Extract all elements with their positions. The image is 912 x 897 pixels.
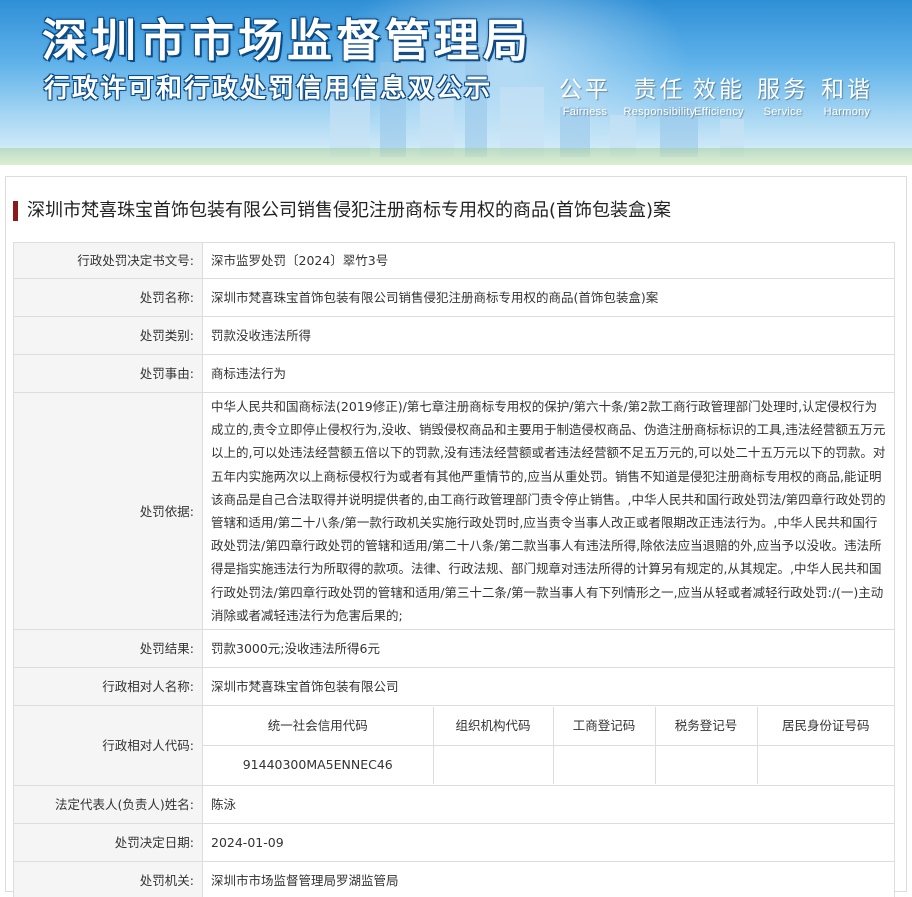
party-code-cell: 统一社会信用代码 组织机构代码 工商登记码 税务登记号 居民身份证号码 9144… <box>202 705 895 787</box>
label-decision-date: 处罚决定日期: <box>13 823 203 863</box>
label-authority: 处罚机关: <box>13 861 203 897</box>
title-accent-bar <box>13 201 18 221</box>
slogan-harmony: 和谐 Harmony <box>812 70 882 118</box>
case-title-text: 深圳市梵喜珠宝首饰包装有限公司销售侵犯注册商标专用权的商品(首饰包装盒)案 <box>27 200 672 221</box>
slogan-cn: 和谐 <box>821 77 873 103</box>
table-row: 处罚类别: 罚款没收违法所得 <box>13 316 895 355</box>
slogan-cn: 公平 <box>559 77 611 103</box>
header-banner: 深圳市市场监督管理局 行政许可和行政处罚信用信息双公示 公平 Fairness … <box>0 0 912 165</box>
header-id-number: 居民身份证号码 <box>756 707 894 747</box>
party-code-table: 统一社会信用代码 组织机构代码 工商登记码 税务登记号 居民身份证号码 9144… <box>203 707 894 785</box>
label-decision-no: 行政处罚决定书文号: <box>13 242 203 279</box>
value-decision-date: 2024-01-09 <box>202 823 895 863</box>
label-basis: 处罚依据: <box>13 391 203 631</box>
label-party-code: 行政相对人代码: <box>13 705 203 787</box>
slogan-en: Fairness <box>562 106 608 118</box>
value-id-number <box>756 745 894 785</box>
label-penalty-name: 处罚名称: <box>13 278 203 317</box>
table-row: 行政相对人代码: 统一社会信用代码 组织机构代码 工商登记码 税务登记号 居民身… <box>13 705 895 787</box>
table-row: 处罚名称: 深圳市梵喜珠宝首饰包装有限公司销售侵犯注册商标专用权的商品(首饰包装… <box>13 278 895 317</box>
table-row: 处罚决定日期: 2024-01-09 <box>13 823 895 863</box>
table-row: 处罚依据: 中华人民共和国商标法(2019修正)/第七章注册商标专用权的保护/第… <box>13 391 895 631</box>
skyline-building <box>500 87 544 157</box>
table-row: 行政相对人名称: 深圳市梵喜珠宝首饰包装有限公司 <box>13 667 895 707</box>
table-row: 处罚结果: 罚款3000元;没收违法所得6元 <box>13 629 895 669</box>
header-credit-code: 统一社会信用代码 <box>203 707 434 747</box>
banner-subtitle: 行政许可和行政处罚信用信息双公示 <box>44 74 493 104</box>
value-reason: 商标违法行为 <box>202 354 895 393</box>
slogan-service: 服务 Service <box>748 70 818 118</box>
value-category: 罚款没收违法所得 <box>202 316 895 355</box>
table-row: 处罚事由: 商标违法行为 <box>13 354 895 393</box>
case-title: 深圳市梵喜珠宝首饰包装有限公司销售侵犯注册商标专用权的商品(首饰包装盒)案 <box>13 198 671 224</box>
label-result: 处罚结果: <box>13 629 203 669</box>
slogan-efficiency: 效能 Efficiency <box>684 70 754 118</box>
value-tax-reg <box>654 745 758 785</box>
header-tax-reg: 税务登记号 <box>654 707 758 747</box>
slogan-cn: 效能 <box>693 77 745 103</box>
value-basis: 中华人民共和国商标法(2019修正)/第七章注册商标专用权的保护/第六十条/第2… <box>202 391 895 631</box>
value-decision-no: 深市监罗处罚〔2024〕翠竹3号 <box>202 242 895 279</box>
slogan-cn: 服务 <box>757 77 809 103</box>
value-business-reg <box>552 745 656 785</box>
slogan-en: Service <box>763 106 803 118</box>
value-result: 罚款3000元;没收违法所得6元 <box>202 629 895 669</box>
value-authority: 深圳市市场监督管理局罗湖监管局 <box>202 861 895 897</box>
value-penalty-name: 深圳市梵喜珠宝首饰包装有限公司销售侵犯注册商标专用权的商品(首饰包装盒)案 <box>202 278 895 317</box>
banner-ground <box>0 148 912 165</box>
label-party-name: 行政相对人名称: <box>13 667 203 707</box>
banner-title: 深圳市市场监督管理局 <box>42 14 533 67</box>
value-org-code <box>432 745 554 785</box>
party-code-header-row: 统一社会信用代码 组织机构代码 工商登记码 税务登记号 居民身份证号码 <box>203 707 894 747</box>
slogan-en: Harmony <box>823 106 871 118</box>
header-org-code: 组织机构代码 <box>432 707 554 747</box>
value-legal-rep: 陈泳 <box>202 785 895 825</box>
slogan-en: Efficiency <box>694 106 744 118</box>
label-legal-rep: 法定代表人(负责人)姓名: <box>13 785 203 825</box>
value-credit-code: 91440300MA5ENNEC46 <box>203 745 434 785</box>
table-row: 行政处罚决定书文号: 深市监罗处罚〔2024〕翠竹3号 <box>13 242 895 279</box>
header-business-reg: 工商登记码 <box>552 707 656 747</box>
value-party-name: 深圳市梵喜珠宝首饰包装有限公司 <box>202 667 895 707</box>
table-row: 处罚机关: 深圳市市场监督管理局罗湖监管局 <box>13 861 895 897</box>
slogan-fairness: 公平 Fairness <box>550 70 620 118</box>
party-code-value-row: 91440300MA5ENNEC46 <box>203 745 894 785</box>
table-row: 法定代表人(负责人)姓名: 陈泳 <box>13 785 895 825</box>
penalty-details-table: 行政处罚决定书文号: 深市监罗处罚〔2024〕翠竹3号 处罚名称: 深圳市梵喜珠… <box>13 242 895 897</box>
label-category: 处罚类别: <box>13 316 203 355</box>
label-reason: 处罚事由: <box>13 354 203 393</box>
